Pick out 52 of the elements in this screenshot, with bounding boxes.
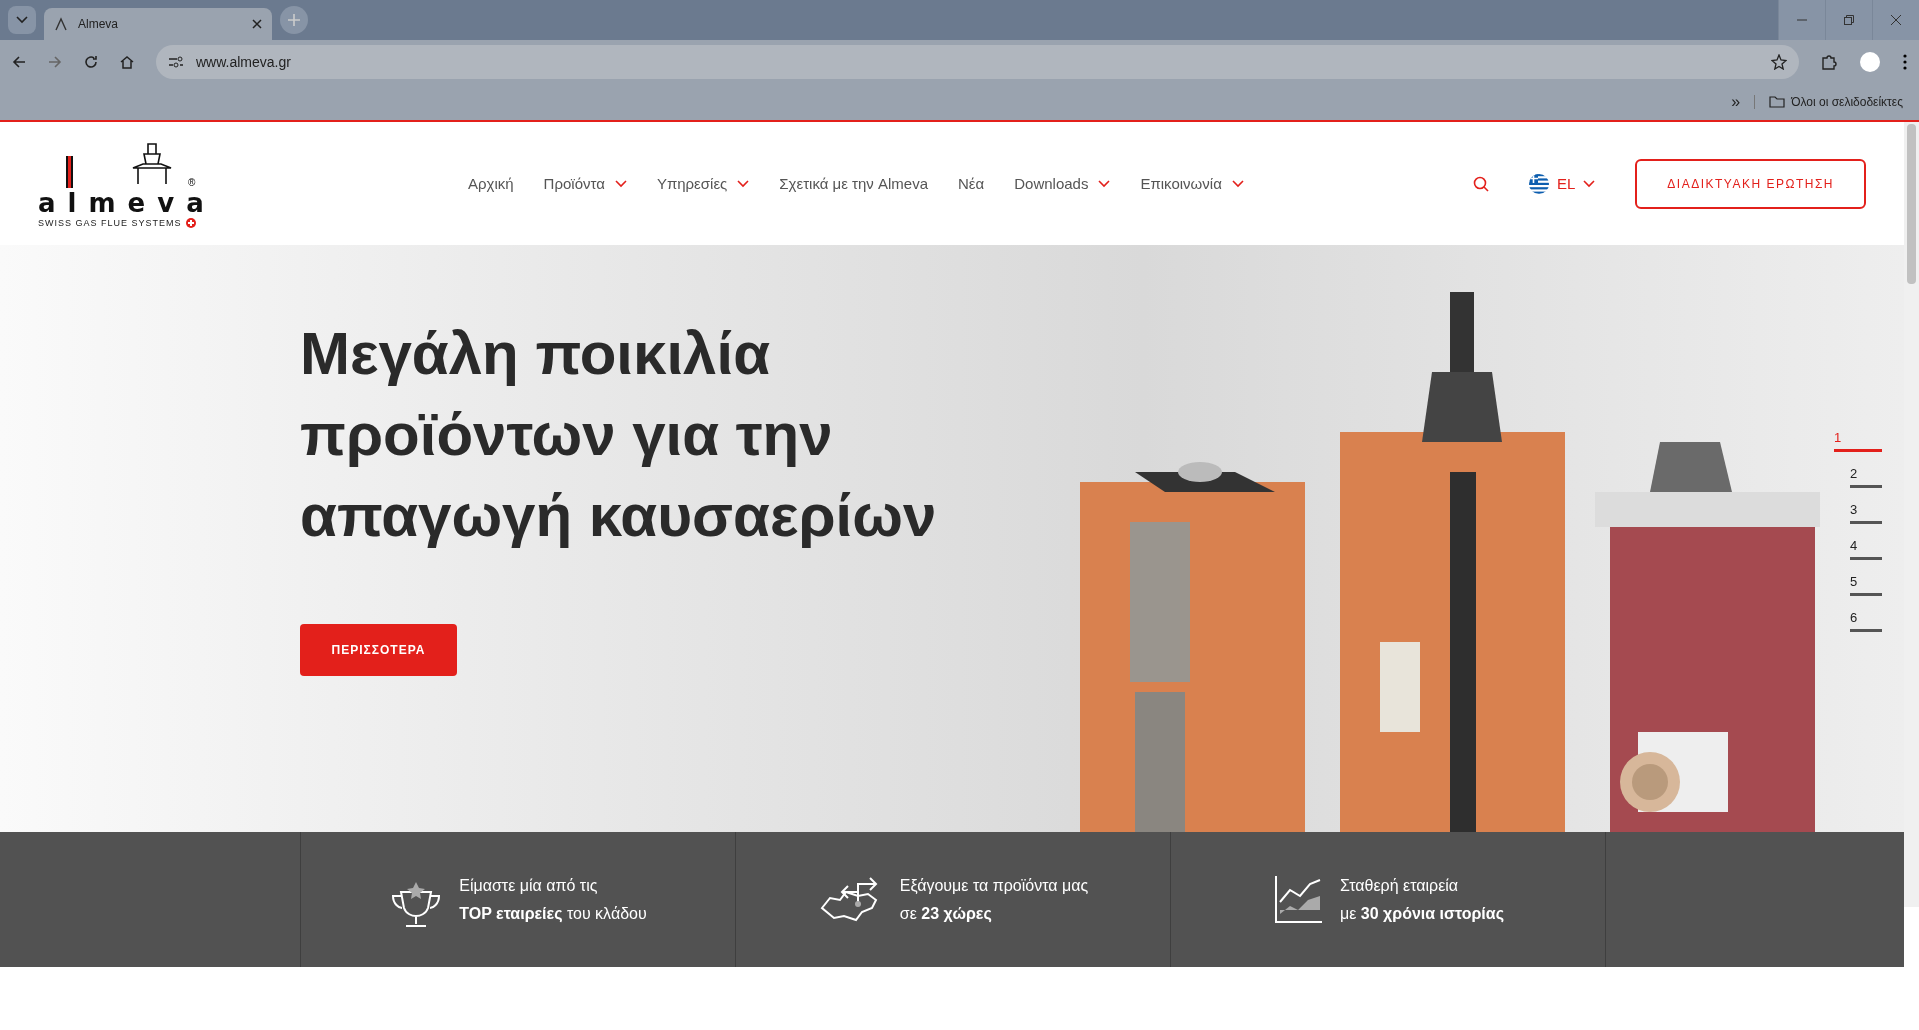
profile-avatar-icon[interactable] bbox=[1859, 51, 1881, 73]
stat-text: Είμαστε μία από τις TOP εταιρείες του κλάδου bbox=[459, 875, 647, 924]
more-button[interactable]: ΠΕΡΙΣΣΟΤΕΡΑ bbox=[300, 624, 457, 676]
back-arrow-icon[interactable] bbox=[12, 55, 26, 69]
menu-icon[interactable] bbox=[1903, 54, 1907, 70]
browser-tab[interactable]: Almeva bbox=[44, 8, 272, 40]
slide-indicator[interactable]: 4 bbox=[1850, 538, 1882, 560]
scrollbar[interactable] bbox=[1904, 122, 1919, 907]
chevron-down-icon bbox=[1583, 179, 1596, 188]
nav-link[interactable]: Downloads bbox=[1014, 175, 1111, 192]
folder-icon bbox=[1769, 96, 1786, 108]
slide-indicator[interactable]: 6 bbox=[1850, 610, 1882, 632]
tab-list-button[interactable] bbox=[8, 6, 36, 34]
restore-button[interactable] bbox=[1825, 0, 1872, 40]
more-bookmarks-button[interactable]: » bbox=[1731, 93, 1741, 111]
nav-link[interactable]: Επικοινωνία bbox=[1140, 175, 1244, 192]
hero-title: Μεγάλη ποικιλία προϊόντων για την απαγωγή καυσαερίων bbox=[300, 319, 938, 551]
minimize-icon bbox=[1797, 19, 1807, 21]
nav-link[interactable]: Αρχική bbox=[468, 175, 514, 192]
stat-text: Εξάγουμε τα προϊόντα μας σε 23 χώρες bbox=[899, 875, 1089, 924]
online-inquiry-button[interactable]: ΔΙΑΔΙΚΤΥΑΚΗ ΕΡΩΤΗΣΗ bbox=[1635, 158, 1866, 209]
new-tab-button[interactable] bbox=[280, 6, 308, 34]
address-bar[interactable]: www.almeva.gr bbox=[156, 45, 1799, 79]
puzzle-icon[interactable] bbox=[1821, 54, 1837, 70]
site-favicon-icon bbox=[54, 17, 68, 31]
growth-chart-icon bbox=[1272, 873, 1325, 926]
bookmarks-folder-label[interactable]: Όλοι οι σελιδοδείκτες bbox=[1791, 95, 1903, 109]
plus-icon bbox=[288, 14, 300, 26]
home-icon[interactable] bbox=[120, 55, 134, 69]
close-icon[interactable] bbox=[252, 19, 262, 29]
slide-indicator[interactable]: 5 bbox=[1850, 574, 1882, 596]
chevron-down-icon bbox=[16, 16, 28, 24]
nav-link[interactable]: Προϊόντα bbox=[543, 175, 627, 192]
star-icon[interactable] bbox=[1771, 54, 1787, 70]
reload-icon[interactable] bbox=[84, 55, 98, 69]
search-icon[interactable] bbox=[1472, 175, 1489, 192]
greek-flag-icon bbox=[1528, 173, 1549, 194]
nav-link[interactable]: Νέα bbox=[958, 175, 985, 192]
logo-wordmark: almeva bbox=[38, 187, 217, 218]
close-icon bbox=[1891, 15, 1901, 25]
nav-link[interactable]: Υπηρεσίες bbox=[656, 175, 750, 192]
slide-indicator[interactable]: 1 bbox=[1834, 430, 1882, 452]
restore-icon bbox=[1844, 15, 1854, 25]
logo-tagline: SWISS GAS FLUE SYSTEMS bbox=[38, 217, 182, 228]
slide-indicator[interactable]: 3 bbox=[1850, 502, 1882, 524]
site-settings-icon[interactable] bbox=[168, 55, 184, 69]
nav-link[interactable]: Σχετικά με την Almeva bbox=[779, 175, 928, 192]
registered-mark: ® bbox=[188, 176, 196, 188]
stat-text: Σταθερή εταιρεία με 30 χρόνια ιστορίας bbox=[1340, 875, 1504, 924]
language-selector[interactable]: EL bbox=[1528, 173, 1596, 194]
swiss-cross-icon bbox=[185, 217, 196, 228]
slide-indicator[interactable]: 2 bbox=[1850, 466, 1882, 488]
